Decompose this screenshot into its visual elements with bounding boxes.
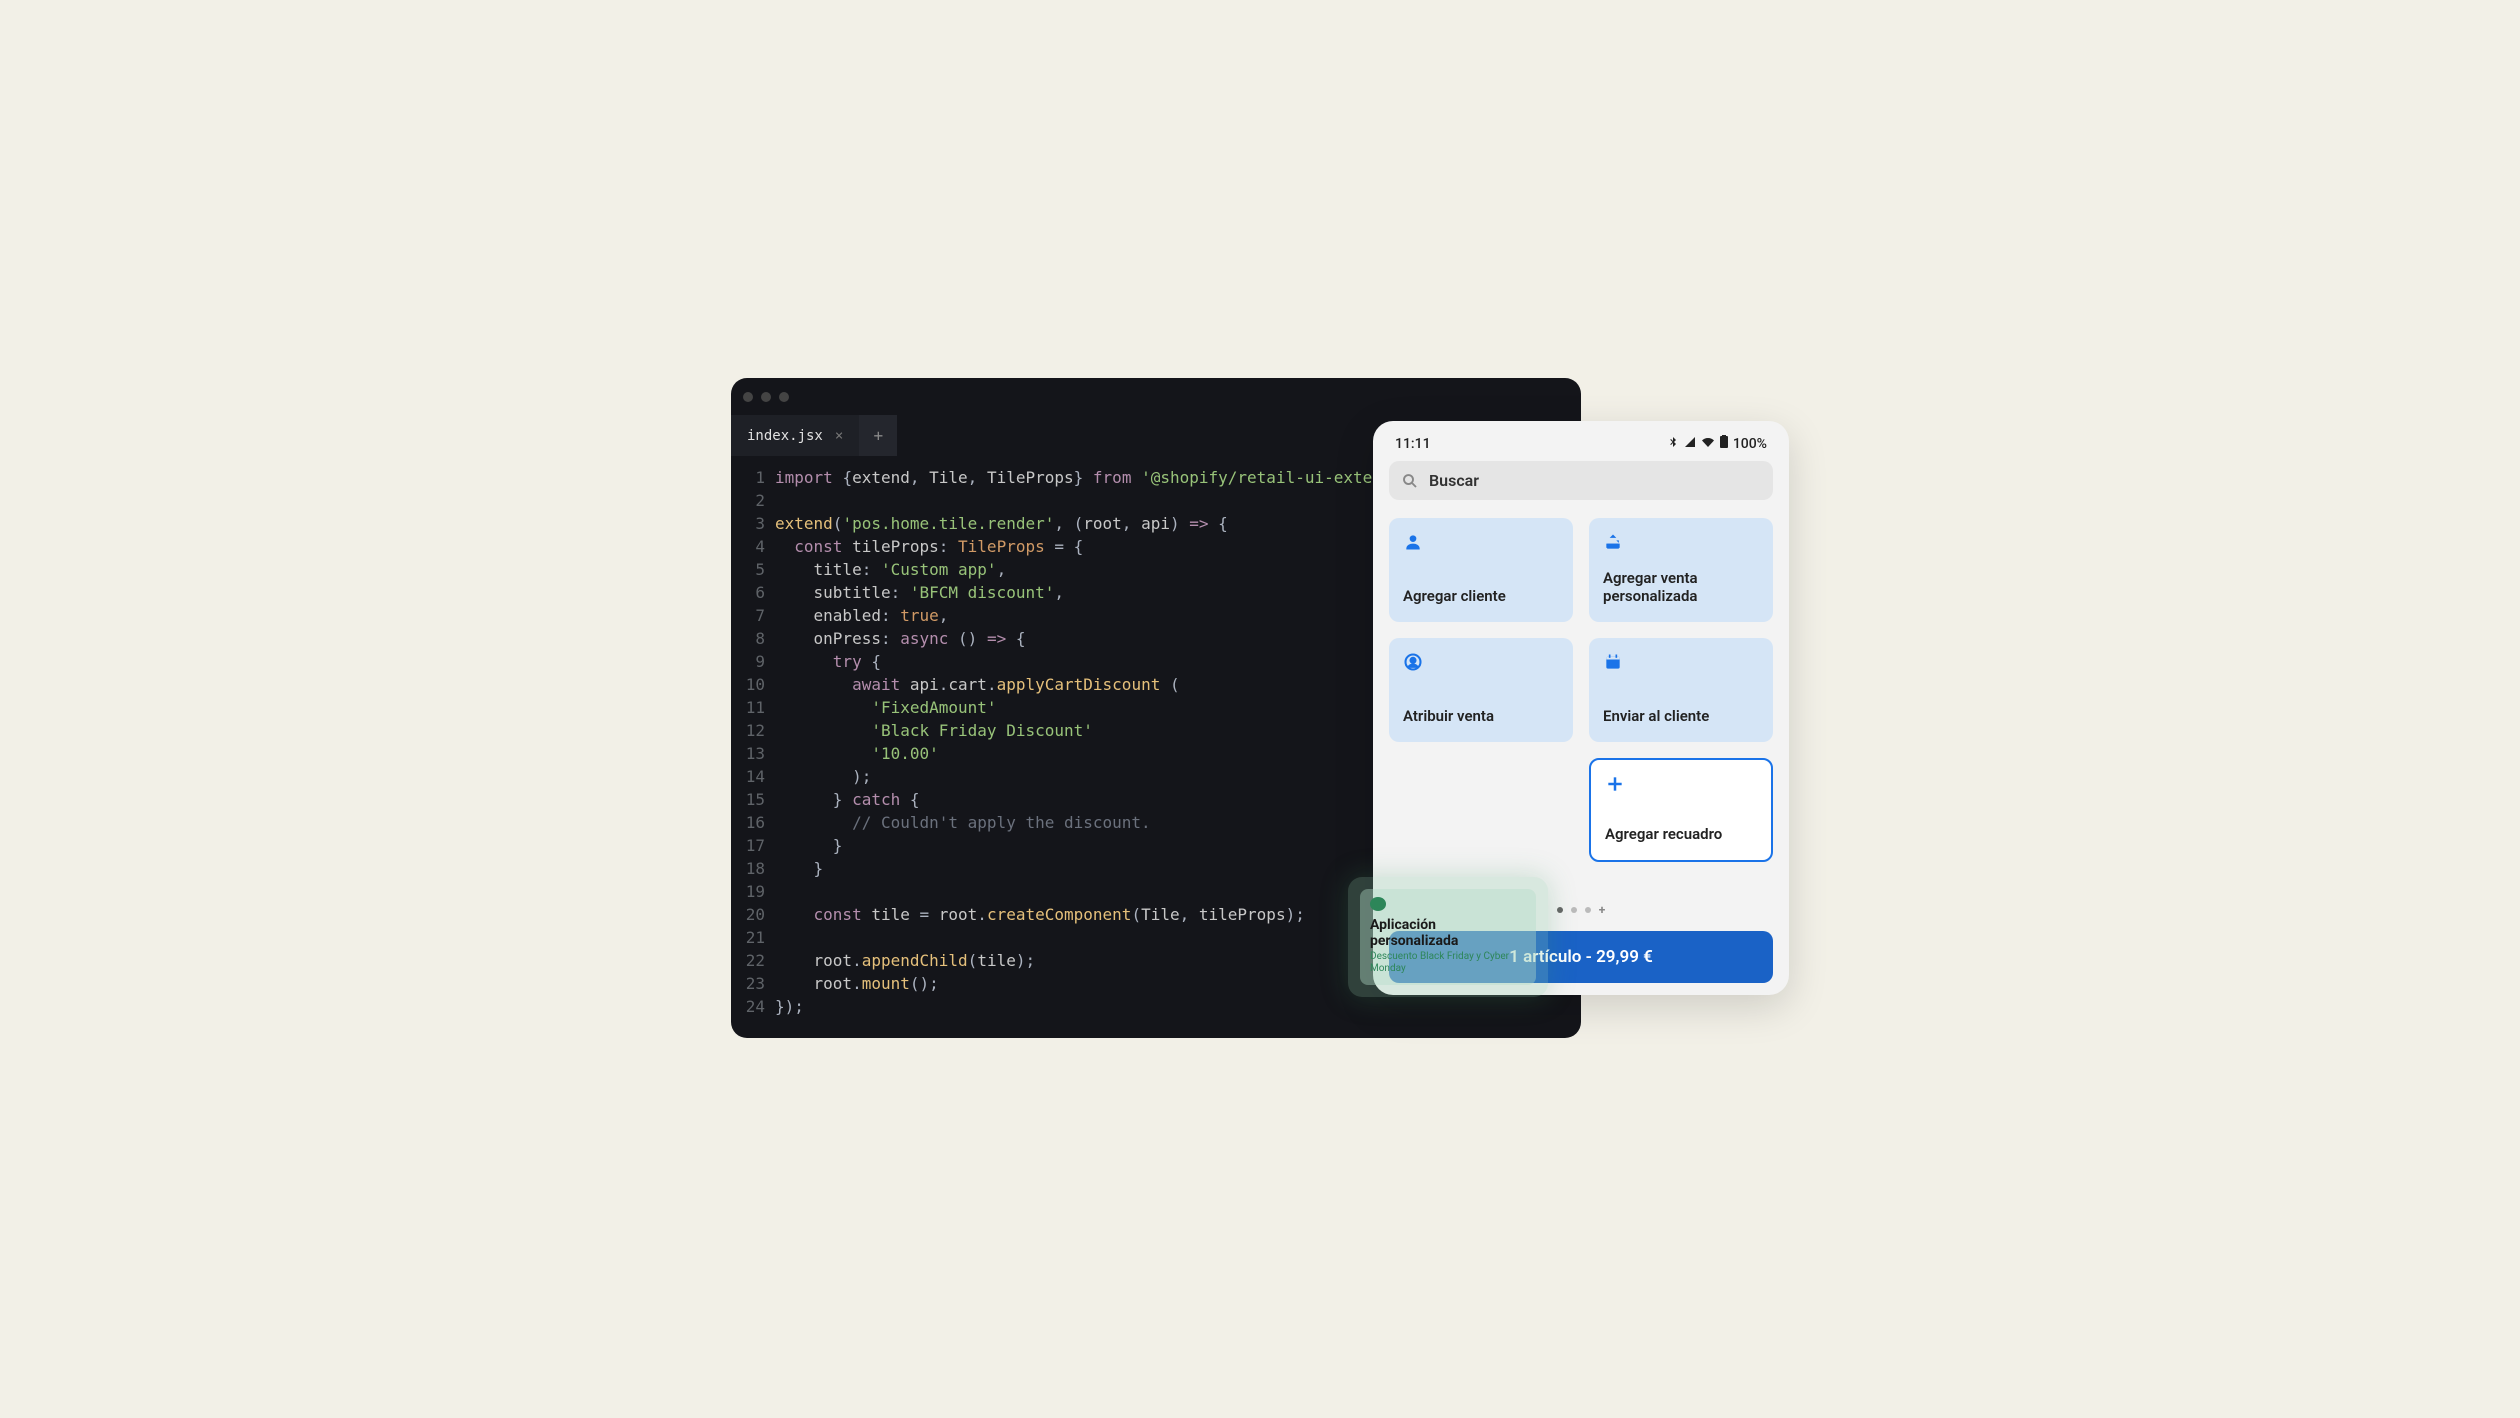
search-placeholder: Buscar [1429,471,1479,490]
tile-attribute-sale[interactable]: Atribuir venta [1389,638,1573,742]
tile-add-customer[interactable]: Agregar cliente [1389,518,1573,622]
window-close-dot[interactable] [743,392,753,402]
search-input[interactable]: Buscar [1389,461,1773,500]
tile-placeholder [1389,758,1573,862]
window-min-dot[interactable] [761,392,771,402]
window-max-dot[interactable] [779,392,789,402]
pager-dot[interactable] [1585,907,1591,913]
tile-add[interactable]: Agregar recuadro [1589,758,1773,862]
tile-label: Enviar al cliente [1603,707,1759,726]
pager-add-icon[interactable]: + [1599,903,1606,917]
bluetooth-icon [1667,436,1679,452]
status-time: 11:11 [1395,436,1431,452]
person-circle-icon [1403,652,1423,672]
tile-label: Atribuir venta [1403,707,1559,726]
wifi-icon [1701,436,1715,452]
close-icon[interactable]: × [835,428,843,444]
pager-dot[interactable] [1557,907,1563,913]
editor-tab[interactable]: index.jsx × [731,415,859,456]
custom-app-tile[interactable]: Aplicación personalizada Descuento Black… [1360,889,1536,985]
window-titlebar [731,378,1581,415]
person-icon [1403,532,1423,552]
custom-tile-highlight: Aplicación personalizada Descuento Black… [1348,877,1548,997]
editor-tab-label: index.jsx [747,428,823,444]
line-gutter: 123456789101112131415161718192021222324 [731,466,775,1018]
tile-label: Agregar cliente [1403,587,1559,606]
tiles-grid: Agregar cliente Agregar venta personaliz… [1389,518,1773,862]
status-bar: 11:11 100% [1389,433,1773,461]
pager-dot[interactable] [1571,907,1577,913]
plus-icon [1605,774,1625,794]
tile-send-customer[interactable]: Enviar al cliente [1589,638,1773,742]
tile-label: Agregar venta personalizada [1603,569,1759,607]
new-tab-button[interactable]: + [859,415,897,456]
signal-icon [1683,436,1697,452]
battery-icon [1719,435,1729,453]
upload-plus-icon [1603,532,1623,552]
custom-tile-subtitle: Descuento Black Friday y Cyber Monday [1370,951,1526,975]
tile-label: Agregar recuadro [1605,825,1757,844]
tile-custom-sale[interactable]: Agregar venta personalizada [1589,518,1773,622]
calendar-icon [1603,652,1623,672]
battery-percent: 100% [1733,436,1767,452]
search-icon [1401,472,1419,490]
discount-badge-icon [1370,897,1386,911]
custom-tile-title: Aplicación personalizada [1370,917,1526,949]
